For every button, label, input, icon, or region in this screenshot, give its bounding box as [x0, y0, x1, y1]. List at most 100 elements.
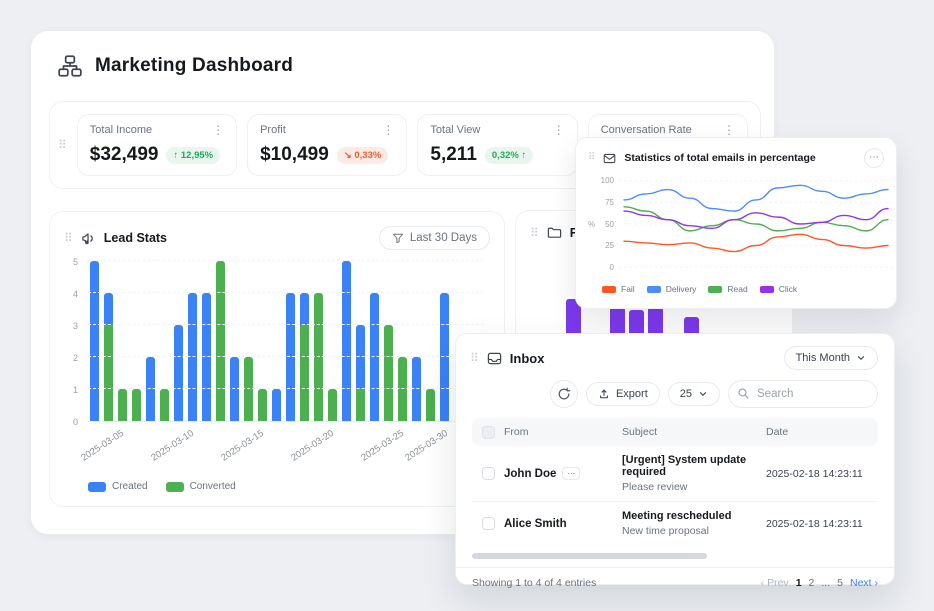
refresh-button[interactable] [550, 380, 578, 408]
column-header-date: Date [766, 426, 878, 438]
table-row[interactable]: Alice Smith Meeting rescheduledNew time p… [472, 502, 878, 545]
drag-handle-icon[interactable]: ⠿ [64, 232, 73, 244]
bar[interactable] [314, 293, 323, 421]
stat-value: $10,499 [260, 144, 329, 166]
x-tick-label: 2025-03-10 [141, 428, 196, 469]
inbox-header: ⠿ Inbox This Month [456, 334, 894, 376]
megaphone-icon [81, 231, 96, 246]
search-input[interactable] [728, 380, 878, 408]
date-cell: 2025-02-18 14:23:11 [766, 468, 878, 480]
last-30-days-filter-button[interactable]: Last 30 Days [379, 226, 490, 250]
legend-item: Created [88, 481, 148, 492]
created-segment [286, 293, 295, 421]
trend-badge: 0,32% ↑ [485, 147, 533, 164]
bar[interactable] [132, 389, 141, 421]
bar[interactable] [258, 389, 267, 421]
bar[interactable] [426, 389, 435, 421]
legend-swatch [760, 286, 774, 293]
bar[interactable] [174, 325, 183, 421]
bar[interactable] [384, 325, 393, 421]
created-segment [356, 325, 365, 389]
page-size-dropdown[interactable]: 25 [668, 382, 720, 406]
period-dropdown[interactable]: This Month [784, 346, 878, 370]
bar[interactable] [216, 261, 225, 421]
bar[interactable] [146, 357, 155, 421]
checkbox-cell [472, 467, 504, 480]
bar[interactable] [328, 389, 337, 421]
drag-handle-icon[interactable]: ⠿ [588, 153, 595, 163]
bar[interactable] [160, 389, 169, 421]
y-tick-label: 75 [596, 198, 614, 207]
page-numbers: 12... 5 [796, 577, 843, 589]
created-segment [174, 325, 183, 421]
more-actions-chip[interactable]: ⋯ [562, 467, 580, 480]
bar[interactable] [202, 293, 211, 421]
bar[interactable] [90, 261, 99, 421]
bar[interactable] [398, 357, 407, 421]
table-row[interactable]: John Doe⋯[Urgent] System update required… [472, 446, 878, 502]
stat-card-bottom: 5,2110,32% ↑ [430, 144, 564, 166]
stat-label: Total View [430, 124, 480, 136]
chart-legend: FailDeliveryReadClick [602, 284, 884, 294]
converted-segment [426, 389, 435, 421]
card-menu-button[interactable]: ⋯ [864, 148, 884, 168]
bar[interactable] [244, 357, 253, 421]
stat-card-top: Profit⋮ [260, 124, 394, 136]
period-label: This Month [796, 352, 850, 364]
page-number[interactable]: 5 [837, 577, 843, 589]
bar[interactable] [286, 293, 295, 421]
subject-text: Meeting rescheduled [622, 510, 766, 522]
legend-item: Converted [166, 481, 236, 492]
bar[interactable] [412, 357, 421, 421]
kebab-menu-icon[interactable]: ⋮ [382, 124, 394, 136]
legend-label: Click [779, 284, 797, 294]
kebab-menu-icon[interactable]: ⋮ [723, 124, 735, 136]
inbox-toolbar: Export 25 [456, 376, 894, 418]
row-checkbox[interactable] [482, 467, 495, 480]
line-series-fail [624, 234, 888, 251]
subject-text: [Urgent] System update required [622, 454, 766, 478]
legend-swatch [88, 482, 106, 492]
bar[interactable] [118, 389, 127, 421]
y-axis-labels: 1007550250 [596, 176, 614, 272]
bar[interactable] [370, 293, 379, 421]
bar[interactable] [342, 261, 351, 421]
scrollbar-thumb[interactable] [472, 553, 707, 559]
select-all-checkbox[interactable] [482, 426, 495, 439]
bar[interactable] [230, 357, 239, 421]
page-number[interactable]: 2 [809, 577, 815, 589]
stat-label: Total Income [90, 124, 152, 136]
gridline [88, 388, 484, 389]
subject-cell: Meeting rescheduledNew time proposal [622, 510, 766, 537]
page-size-value: 25 [680, 388, 692, 400]
row-checkbox[interactable] [482, 517, 495, 530]
bar[interactable] [104, 293, 113, 421]
kebab-menu-icon[interactable]: ⋮ [212, 124, 224, 136]
drag-handle-icon[interactable]: ⠿ [58, 139, 67, 151]
gridline [88, 356, 484, 357]
next-page-button[interactable]: Next › [850, 577, 878, 589]
page-number[interactable]: ... [821, 577, 830, 589]
y-tick-label: 4 [64, 289, 78, 299]
legend-label: Read [727, 284, 747, 294]
page-number[interactable]: 1 [796, 577, 802, 589]
prev-page-button[interactable]: ‹ Prev [761, 577, 789, 589]
drag-handle-icon[interactable]: ⠿ [470, 352, 479, 364]
bar[interactable] [188, 293, 197, 421]
page: Marketing Dashboard ⠿ Total Income⋮$32,4… [0, 0, 934, 611]
export-button[interactable]: Export [586, 382, 660, 406]
kebab-menu-icon[interactable]: ⋮ [553, 124, 565, 136]
converted-segment [328, 389, 337, 421]
stat-card-top: Total Income ⋮ [90, 124, 224, 136]
converted-segment [300, 325, 309, 421]
filter-label: Last 30 Days [410, 232, 477, 244]
inbox-card: ⠿ Inbox This Month [455, 333, 895, 585]
bar[interactable] [300, 293, 309, 421]
table-body: John Doe⋯[Urgent] System update required… [472, 446, 878, 545]
stat-card: Profit⋮$10,499↘ 0,33% [247, 114, 407, 176]
bar[interactable] [272, 389, 281, 421]
inbox-footer: Showing 1 to 4 of 4 entries ‹ Prev 12...… [456, 567, 894, 598]
bar[interactable] [356, 325, 365, 421]
sender-name: Alice Smith [504, 518, 567, 530]
bar[interactable] [440, 293, 449, 421]
